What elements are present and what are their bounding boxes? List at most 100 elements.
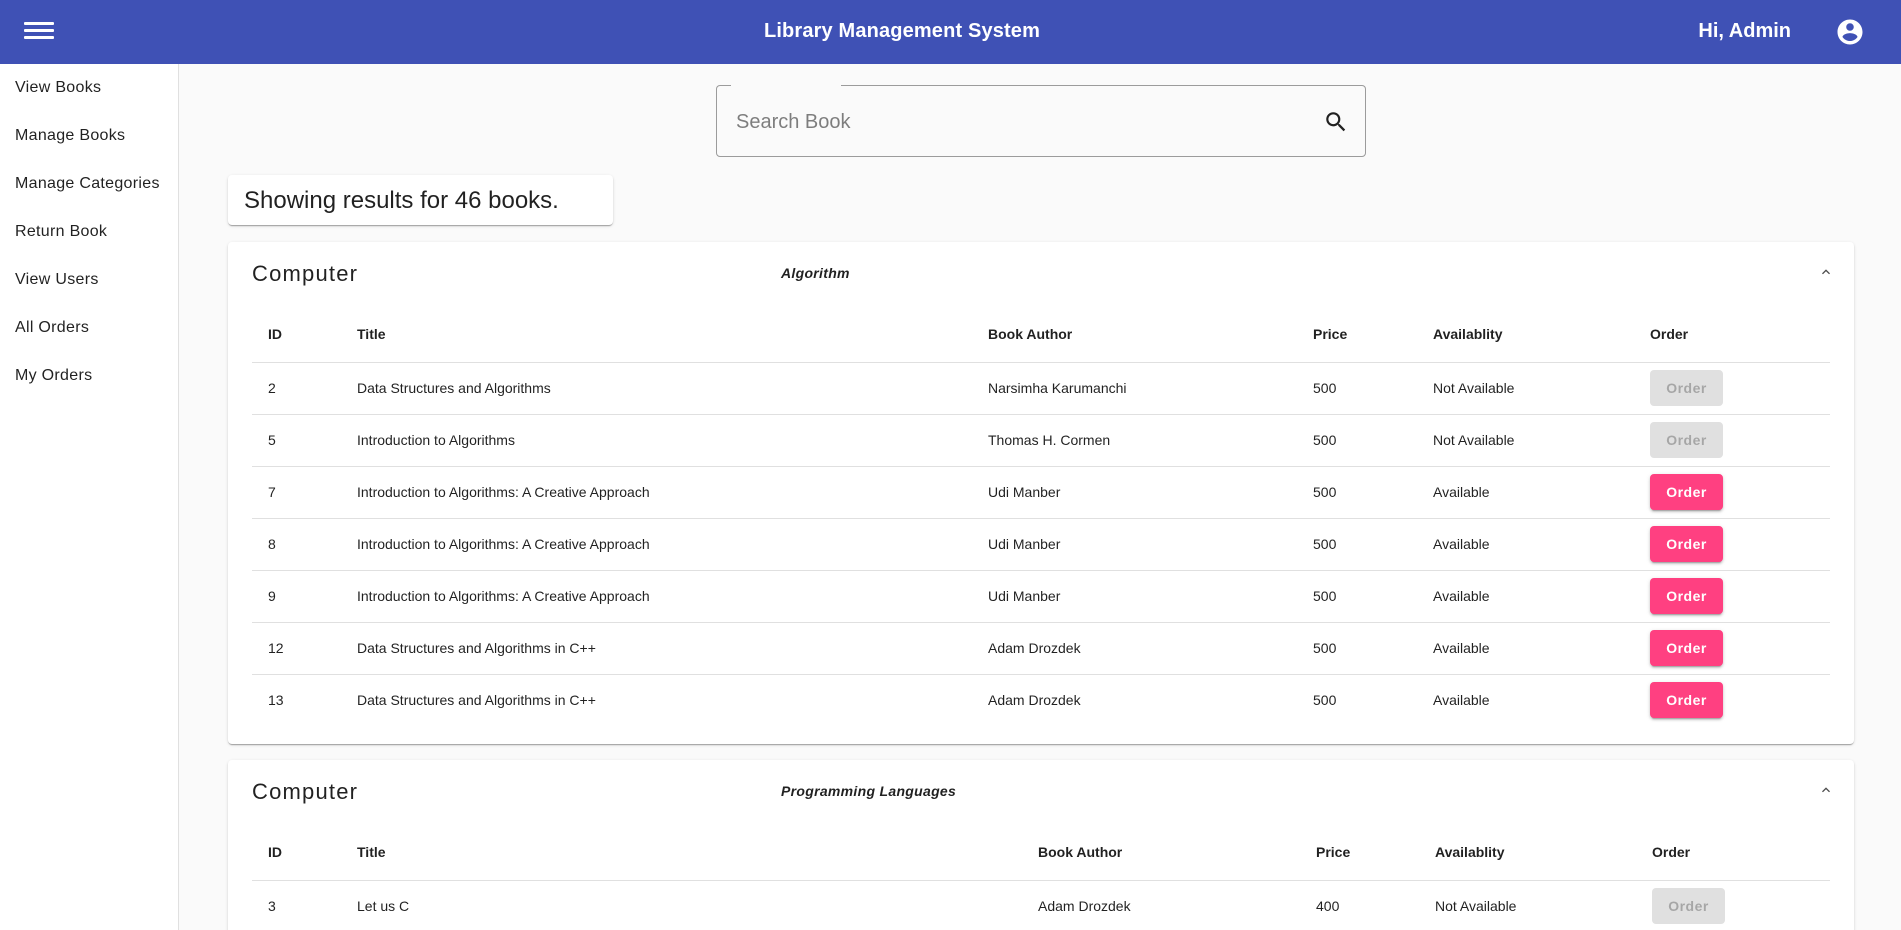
- sidebar-item-label: Manage Books: [15, 127, 126, 144]
- account-circle-icon[interactable]: [1835, 17, 1865, 47]
- cell-availability: Available: [1433, 692, 1490, 709]
- chevron-up-icon[interactable]: [1818, 782, 1834, 798]
- table-row: 9 Introduction to Algorithms: A Creative…: [252, 570, 1830, 623]
- cell-id: 2: [252, 362, 341, 415]
- cell-id: 5: [252, 414, 341, 467]
- table-row: 13 Data Structures and Algorithms in C++…: [252, 674, 1830, 726]
- sidebar-item-label: Manage Categories: [15, 175, 160, 192]
- app-title: Library Management System: [763, 20, 1041, 42]
- sidebar-item-label: My Orders: [15, 367, 93, 384]
- order-button: Order: [1650, 422, 1723, 458]
- cell-price: 500: [1297, 622, 1417, 675]
- category-section: Computer Algorithm ID Title Book Author …: [228, 242, 1854, 744]
- cell-title: Data Structures and Algorithms: [341, 362, 972, 415]
- cell-author: Narsimha Karumanchi: [972, 362, 1297, 415]
- results-text: Showing results for 46 books.: [244, 187, 559, 214]
- order-button[interactable]: Order: [1650, 474, 1723, 510]
- order-button[interactable]: Order: [1650, 682, 1723, 719]
- user-greeting: Hi, Admin: [1698, 20, 1791, 42]
- cell-title: Introduction to Algorithms: A Creative A…: [341, 570, 972, 623]
- cell-author: Adam Drozdek: [972, 622, 1297, 675]
- column-header-author: Book Author: [1022, 824, 1300, 881]
- cell-id: 7: [252, 466, 341, 519]
- cell-availability: Available: [1417, 570, 1634, 623]
- results-summary: Showing results for 46 books.: [228, 175, 613, 225]
- cell-availability: Not Available: [1417, 414, 1634, 467]
- cell-title: Introduction to Algorithms: A Creative A…: [341, 466, 972, 519]
- table-header-row: ID Title Book Author Price Availablity O…: [252, 306, 1830, 363]
- category-section: Computer Programming Languages ID Title …: [228, 760, 1854, 930]
- cell-author: Adam Drozdek: [988, 692, 1081, 709]
- sidebar-item-manage-books[interactable]: Manage Books: [0, 112, 178, 160]
- column-header-order: Order: [1634, 306, 1830, 363]
- order-button: Order: [1652, 888, 1725, 925]
- cell-price: 400: [1316, 898, 1340, 915]
- section-subcategory: Algorithm: [781, 265, 850, 281]
- order-button[interactable]: Order: [1650, 526, 1723, 562]
- sidebar-item-all-orders[interactable]: All Orders: [0, 304, 178, 352]
- cell-availability: Not Available: [1435, 898, 1517, 915]
- search-input[interactable]: [736, 102, 1296, 142]
- cell-id: 13: [268, 692, 284, 709]
- order-button[interactable]: Order: [1650, 578, 1723, 614]
- cell-price: 500: [1297, 414, 1417, 467]
- order-button[interactable]: Order: [1650, 630, 1723, 666]
- table-row: 3 Let us C Adam Drozdek 400 Not Availabl…: [252, 880, 1830, 930]
- column-header-availability: Availablity: [1419, 824, 1636, 881]
- section-category-title: Computer: [252, 261, 359, 286]
- cell-availability: Available: [1417, 518, 1634, 571]
- column-header-title: Title: [341, 824, 1022, 881]
- table-row: 5 Introduction to Algorithms Thomas H. C…: [252, 414, 1830, 467]
- cell-id: 8: [252, 518, 341, 571]
- cell-author: Udi Manber: [972, 570, 1297, 623]
- sidebar-item-my-orders[interactable]: My Orders: [0, 352, 178, 400]
- sidebar-item-label: Return Book: [15, 223, 108, 240]
- cell-id: 3: [268, 898, 276, 915]
- search-icon[interactable]: [1323, 109, 1349, 135]
- column-header-price: Price: [1300, 824, 1419, 881]
- cell-title: Introduction to Algorithms: [341, 414, 972, 467]
- cell-price: 500: [1297, 362, 1417, 415]
- cell-price: 500: [1297, 466, 1417, 519]
- table-row: 8 Introduction to Algorithms: A Creative…: [252, 518, 1830, 571]
- sidebar-item-return-book[interactable]: Return Book: [0, 208, 178, 256]
- cell-author: Udi Manber: [972, 466, 1297, 519]
- column-header-availability: Availablity: [1417, 306, 1634, 363]
- cell-availability: Available: [1417, 622, 1634, 675]
- column-header-id: ID: [252, 824, 341, 881]
- cell-availability: Not Available: [1417, 362, 1634, 415]
- sidebar-item-label: All Orders: [15, 319, 90, 336]
- sidebar-item-view-books[interactable]: View Books: [0, 64, 178, 112]
- cell-title: Introduction to Algorithms: A Creative A…: [341, 518, 972, 571]
- chevron-up-icon[interactable]: [1818, 264, 1834, 280]
- books-table: ID Title Book Author Price Availablity O…: [252, 824, 1830, 930]
- column-header-title: Title: [341, 306, 972, 363]
- cell-author: Adam Drozdek: [1038, 898, 1131, 915]
- column-header-order: Order: [1636, 824, 1830, 881]
- books-table: ID Title Book Author Price Availablity O…: [252, 306, 1830, 726]
- table-row: 12 Data Structures and Algorithms in C++…: [252, 622, 1830, 675]
- cell-title: Data Structures and Algorithms in C++: [357, 692, 596, 709]
- sidebar-item-view-users[interactable]: View Users: [0, 256, 178, 304]
- cell-title: Let us C: [357, 898, 410, 915]
- column-header-author: Book Author: [972, 306, 1297, 363]
- sidebar-item-manage-categories[interactable]: Manage Categories: [0, 160, 178, 208]
- section-subcategory: Programming Languages: [781, 783, 957, 799]
- cell-author: Thomas H. Cormen: [972, 414, 1297, 467]
- cell-id: 9: [252, 570, 341, 623]
- table-row: 2 Data Structures and Algorithms Narsimh…: [252, 362, 1830, 415]
- cell-title: Data Structures and Algorithms in C++: [341, 622, 972, 675]
- sidebar: View Books Manage Books Manage Categorie…: [0, 64, 179, 930]
- cell-price: 500: [1313, 692, 1337, 709]
- search-box: [716, 84, 1366, 157]
- sidebar-item-label: View Books: [15, 79, 102, 96]
- cell-price: 500: [1297, 570, 1417, 623]
- cell-price: 500: [1297, 518, 1417, 571]
- sidebar-item-label: View Users: [15, 271, 99, 288]
- cell-author: Udi Manber: [972, 518, 1297, 571]
- table-header-row: ID Title Book Author Price Availablity O…: [252, 824, 1830, 881]
- column-header-id: ID: [252, 306, 341, 363]
- table-row: 7 Introduction to Algorithms: A Creative…: [252, 466, 1830, 519]
- section-category-title: Computer: [252, 779, 359, 804]
- app-bar: Library Management System Hi, Admin: [0, 0, 1901, 64]
